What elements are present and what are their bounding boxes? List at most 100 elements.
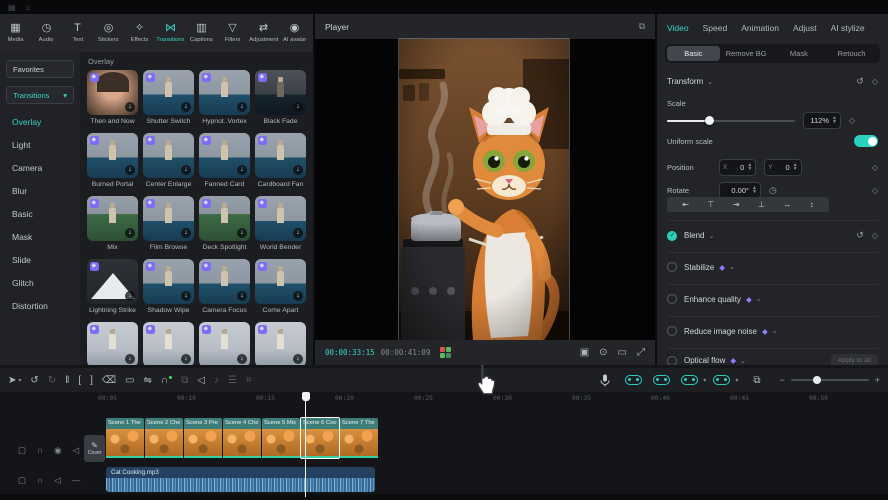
stabilize-section-header[interactable]: Stabilize ◆ ⌄ [667, 262, 878, 272]
inspector-subtab[interactable]: Retouch [825, 46, 878, 61]
stepper-icon[interactable]: ▲▼ [793, 164, 798, 171]
download-icon[interactable]: ↓ [237, 291, 247, 301]
timeline-scrollbar-area[interactable] [0, 494, 888, 500]
keyframe-icon[interactable]: ◇ [872, 163, 878, 172]
track-frame-icon[interactable]: ▢ [18, 475, 26, 486]
quality-icon[interactable]: ▭ [618, 347, 627, 358]
blend-checkbox[interactable] [667, 231, 677, 241]
video-clip-segment[interactable]: Scene 4 Che [223, 418, 261, 458]
sidebar-category-item[interactable]: Camera [0, 156, 80, 179]
filters[interactable]: ▽ Filters [217, 14, 248, 52]
cover-button[interactable]: ✎ Cover [84, 435, 105, 462]
split-icon[interactable]: ‖ [65, 375, 69, 386]
scale-slider[interactable] [667, 120, 795, 122]
aspect-ratio-icon[interactable]: ▣ [580, 347, 589, 358]
inspector-tab[interactable]: Speed [703, 23, 728, 33]
collapse-icon[interactable]: — [72, 475, 81, 486]
download-icon[interactable]: ↓ [293, 354, 303, 364]
stabilize-checkbox[interactable] [667, 262, 677, 272]
keyframe-icon[interactable]: ◇ [872, 186, 878, 195]
favorites-button[interactable]: Favorites [6, 60, 74, 78]
uniform-scale-toggle[interactable] [854, 135, 878, 147]
transition-item[interactable]: ↓ Mix [87, 196, 138, 253]
media[interactable]: ▦ Media [0, 14, 31, 52]
align-bottom-icon[interactable]: ⊥ [758, 200, 765, 209]
download-icon[interactable]: ↓ [125, 354, 135, 364]
keyframe-icon[interactable]: ◇ [849, 116, 855, 125]
rotate-dial-icon[interactable]: ◷ [769, 185, 777, 196]
video-clip-segment[interactable]: Scene 5 Mix [262, 418, 300, 458]
undo-icon[interactable]: ↺ [30, 375, 38, 386]
playhead[interactable] [305, 392, 306, 497]
video-clip-segment[interactable]: Scene 3 Pre [184, 418, 222, 458]
transition-item[interactable]: ↓ Fanned Card [199, 133, 250, 190]
download-icon[interactable]: ↓ [125, 165, 135, 175]
download-icon[interactable]: ↓ [237, 228, 247, 238]
transition-item[interactable]: ↓ [199, 322, 250, 365]
inspector-subtab[interactable]: Basic [667, 46, 720, 61]
transition-item[interactable]: ↓ World Bender [255, 196, 306, 253]
stepper-icon[interactable]: ▲▼ [752, 187, 757, 194]
transition-item[interactable]: ↓ Film Browse [143, 196, 194, 253]
inspector-tab[interactable]: AI stylize [831, 23, 865, 33]
mirror-screen-icon[interactable]: ⧉ [753, 375, 760, 386]
marker-tool-icon[interactable]: ▾ [713, 375, 738, 385]
captions[interactable]: ▥ Captions [186, 14, 217, 52]
stepper-icon[interactable]: ▲▼ [747, 164, 752, 171]
download-icon[interactable]: ↓ [293, 165, 303, 175]
enhance-quality-section-header[interactable]: Enhance quality ◆ ⌄ [667, 294, 878, 304]
transition-item[interactable]: ↓ [143, 322, 194, 365]
inspector-subtab[interactable]: Remove BG [720, 46, 773, 61]
freeze-frame-icon[interactable]: ▭ [125, 375, 134, 386]
sidebar-category-item[interactable]: Blur [0, 179, 80, 202]
reduce-noise-section-header[interactable]: Reduce image noise ◆ ⌄ [667, 326, 878, 336]
mute-icon[interactable]: ◁ [54, 475, 61, 486]
download-icon[interactable]: ↓ [181, 102, 191, 112]
inspector-tab[interactable]: Animation [741, 23, 779, 33]
download-icon[interactable]: ↓ [181, 354, 191, 364]
align-left-icon[interactable]: ⇤ [682, 200, 689, 209]
extract-audio-icon[interactable]: ♪ [214, 375, 219, 386]
category-dropdown[interactable]: Transitions▾ [6, 86, 74, 104]
enhance-quality-checkbox[interactable] [667, 294, 677, 304]
sidebar-category-item[interactable]: Light [0, 133, 80, 156]
transition-item[interactable]: ↓ Come Apart [255, 259, 306, 316]
mixer-icon[interactable]: ☰ [228, 375, 237, 386]
stickers[interactable]: ◎ Stickers [93, 14, 124, 52]
transition-item[interactable]: ↓ Center Enlarge [143, 133, 194, 190]
text[interactable]: T Text [62, 14, 93, 52]
transition-item[interactable]: ↓ Then and Now [87, 70, 138, 127]
timeline-ruler[interactable]: 00:05 00:10 00:15 00:20 00:25 00:30 00:3… [0, 392, 888, 408]
video-clip-segment[interactable]: Scene 7 The [340, 418, 378, 458]
sidebar-category-item[interactable]: Overlay [0, 110, 80, 133]
download-icon[interactable]: ↓ [125, 228, 135, 238]
transition-item[interactable]: ↓ Burned Portal [87, 133, 138, 190]
magnet-icon[interactable]: ∩ [161, 375, 172, 386]
quality-grid-icon[interactable] [440, 347, 451, 358]
download-icon[interactable]: ↓ [293, 291, 303, 301]
download-icon[interactable]: ↓ [237, 165, 247, 175]
keyframe-icon[interactable]: ◇ [872, 231, 878, 240]
transitions[interactable]: ⋈ Transitions [155, 14, 186, 52]
zoom-in-icon[interactable]: + [875, 375, 880, 385]
keyframe-tool-icon[interactable] [653, 375, 674, 385]
sidebar-category-item[interactable]: Basic [0, 202, 80, 225]
download-icon[interactable]: ↓ [293, 102, 303, 112]
player-viewport[interactable] [315, 39, 655, 340]
link-icon[interactable]: ⧉ [181, 375, 188, 386]
align-right-icon[interactable]: ⇥ [733, 200, 740, 209]
inspector-tab[interactable]: Adjust [793, 23, 817, 33]
sidebar-category-item[interactable]: Slide [0, 248, 80, 271]
reduce-noise-checkbox[interactable] [667, 326, 677, 336]
scale-value-field[interactable]: 112% ▲▼ [803, 112, 841, 129]
transition-item[interactable]: ↓ Lightning Strike [87, 259, 138, 316]
keyframe-icon[interactable]: ◇ [872, 77, 878, 86]
mute-track-icon[interactable]: ◁ [197, 375, 205, 386]
effects[interactable]: ✧ Effects [124, 14, 155, 52]
video-clip-segment[interactable]: Scene 6 Coo [301, 418, 339, 458]
download-icon[interactable]: ↓ [181, 165, 191, 175]
video-clip-segment[interactable]: Scene 1 The [106, 418, 144, 458]
transition-item[interactable]: ↓ Cardboard Fan [255, 133, 306, 190]
sidebar-category-item[interactable]: Mask [0, 225, 80, 248]
download-icon[interactable]: ↓ [125, 291, 135, 301]
